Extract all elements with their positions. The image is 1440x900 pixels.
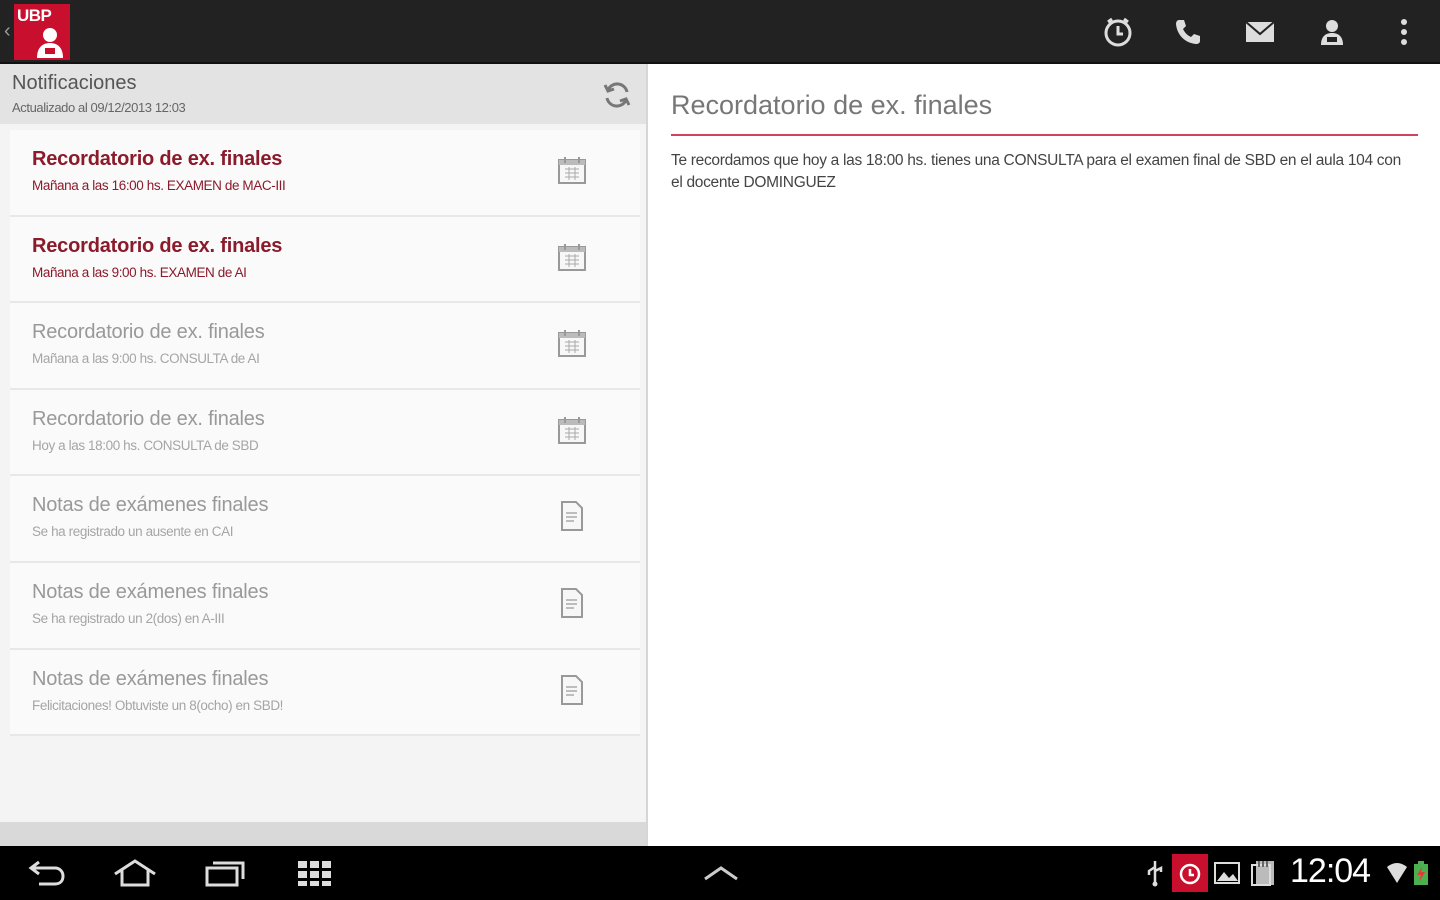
refresh-icon[interactable] <box>600 78 634 112</box>
notifications-pane: Notificaciones Actualizado al 09/12/2013… <box>0 64 648 846</box>
phone-icon[interactable] <box>1170 14 1206 50</box>
item-title: Recordatorio de ex. finales <box>32 234 283 257</box>
list-item[interactable]: Recordatorio de ex. finales Mañana a las… <box>10 303 640 390</box>
sd-card-icon <box>1248 858 1278 888</box>
app-logo[interactable]: UBP <box>14 4 70 60</box>
alarm-notification-icon[interactable] <box>1172 854 1208 892</box>
list-item[interactable]: Notas de exámenes finales Felicitaciones… <box>10 649 640 737</box>
logo-text: UBP <box>17 6 52 25</box>
item-subtitle: Mañana a las 9:00 hs. EXAMEN de AI <box>32 264 247 280</box>
back-icon[interactable] <box>22 854 72 892</box>
alarm-icon[interactable] <box>1100 14 1136 50</box>
usb-icon <box>1140 858 1170 888</box>
item-title: Recordatorio de ex. finales <box>32 321 265 344</box>
calendar-icon <box>554 239 590 275</box>
item-title: Notas de exámenes finales <box>32 494 269 517</box>
chevron-up-icon[interactable] <box>696 854 746 892</box>
recent-apps-icon[interactable] <box>200 854 250 892</box>
list-item[interactable]: Recordatorio de ex. finales Mañana a las… <box>10 130 640 217</box>
document-icon <box>554 585 590 621</box>
home-icon[interactable] <box>110 854 160 892</box>
list-item[interactable]: Notas de exámenes finales Se ha registra… <box>10 476 640 563</box>
notifications-header: Notificaciones Actualizado al 09/12/2013… <box>0 64 646 124</box>
detail-title: Recordatorio de ex. finales <box>671 90 993 120</box>
person-icon <box>37 28 63 58</box>
mail-icon[interactable] <box>1242 14 1278 50</box>
calendar-icon <box>554 325 590 361</box>
last-updated-text: Actualizado al 09/12/2013 12:03 <box>12 100 186 115</box>
title-divider <box>671 134 1418 136</box>
contact-icon[interactable] <box>1314 14 1350 50</box>
item-title: Recordatorio de ex. finales <box>32 148 283 170</box>
item-subtitle: Se ha registrado un ausente en CAI <box>32 524 234 540</box>
list-item[interactable]: Recordatorio de ex. finales Hoy a las 18… <box>10 389 640 477</box>
image-icon <box>1212 858 1242 888</box>
detail-body: Te recordamos que hoy a las 18:00 hs. ti… <box>671 152 1401 191</box>
system-bar: 12:04 <box>0 846 1440 900</box>
item-subtitle: Hoy a las 18:00 hs. CONSULTA de SBD <box>32 437 259 453</box>
up-caret-icon[interactable]: ‹ <box>4 20 11 43</box>
action-bar: ‹ UBP <box>0 0 1440 64</box>
item-subtitle: Mañana a las 9:00 hs. CONSULTA de AI <box>32 351 260 367</box>
clock: 12:04 <box>1290 852 1371 890</box>
item-title: Notas de exámenes finales <box>32 667 269 690</box>
app-drawer-icon[interactable] <box>290 854 340 892</box>
list-item[interactable]: Notas de exámenes finales Se ha registra… <box>10 562 640 650</box>
battery-icon <box>1406 858 1436 888</box>
list-item[interactable]: Recordatorio de ex. finales Mañana a las… <box>10 216 640 304</box>
item-subtitle: Se ha registrado un 2(dos) en A-III <box>32 610 225 626</box>
item-title: Notas de exámenes finales <box>32 580 269 603</box>
calendar-icon <box>554 152 590 188</box>
document-icon <box>554 672 590 708</box>
notifications-list: Recordatorio de ex. finales Mañana a las… <box>10 130 640 737</box>
item-subtitle: Felicitaciones! Obtuviste un 8(ocho) en … <box>32 697 284 713</box>
calendar-icon <box>554 412 590 448</box>
document-icon <box>554 498 590 534</box>
notifications-title: Notificaciones <box>12 72 137 94</box>
item-title: Recordatorio de ex. finales <box>32 407 265 430</box>
detail-pane: Recordatorio de ex. finales Te recordamo… <box>650 64 1440 846</box>
list-footer <box>0 822 646 846</box>
overflow-menu-icon[interactable] <box>1386 14 1422 50</box>
item-subtitle: Mañana a las 16:00 hs. EXAMEN de MAC-III <box>32 178 286 193</box>
